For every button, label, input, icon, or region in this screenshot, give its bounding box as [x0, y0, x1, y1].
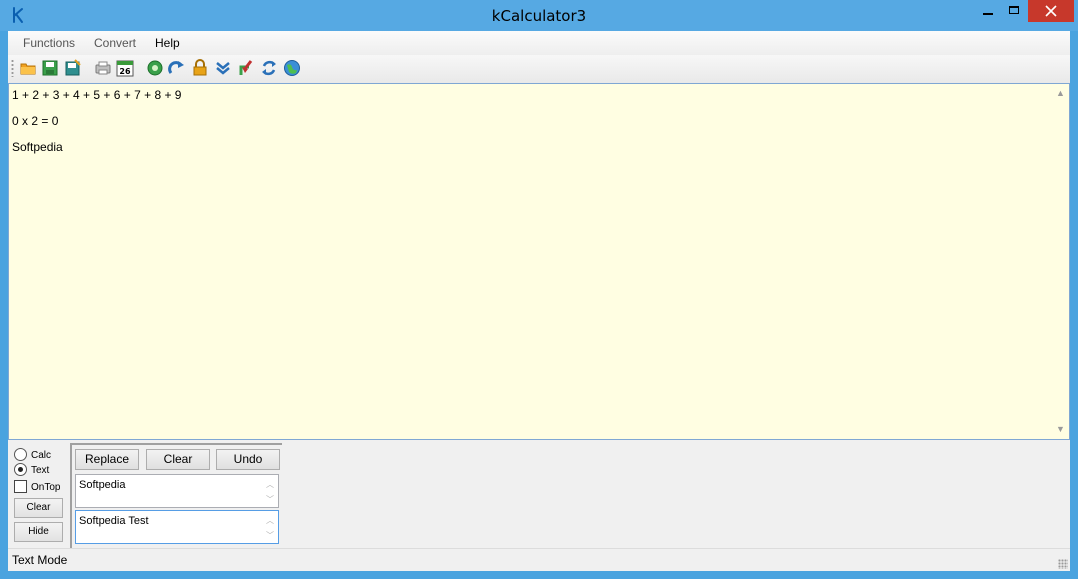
- refresh-icon[interactable]: [260, 59, 278, 77]
- toolbar-grip[interactable]: [11, 59, 14, 77]
- hide-button[interactable]: Hide: [14, 522, 63, 542]
- window-title: kCalculator3: [491, 7, 587, 25]
- minimize-icon: [983, 13, 993, 15]
- toolbar: 26: [8, 55, 1070, 83]
- import-icon[interactable]: [237, 59, 255, 77]
- minimize-button[interactable]: [975, 0, 1001, 22]
- scroll-down-arrow-icon[interactable]: ▼: [1056, 425, 1065, 434]
- save-as-icon[interactable]: [64, 59, 82, 77]
- maximize-button[interactable]: [1001, 0, 1027, 22]
- replace-text-value: Softpedia Test: [79, 515, 149, 527]
- editor-line: Softpedia: [12, 140, 63, 154]
- title-bar[interactable]: kCalculator3: [0, 0, 1078, 31]
- calc-mode-label: Calc: [31, 450, 52, 461]
- settings-icon[interactable]: [146, 59, 164, 77]
- clear-editor-button[interactable]: Clear: [14, 498, 63, 518]
- replace-field-scroll-icon[interactable]: ︿ ﹀: [265, 513, 275, 543]
- text-editor[interactable]: 1 + 2 + 3 + 4 + 5 + 6 + 7 + 8 + 9 0 x 2 …: [8, 83, 1070, 440]
- text-mode-label: Text: [31, 465, 50, 476]
- print-icon[interactable]: [94, 59, 112, 77]
- find-text-value: Softpedia: [79, 479, 126, 491]
- menu-bar: Functions Convert Help: [8, 31, 1070, 55]
- menu-functions[interactable]: Functions: [23, 36, 75, 50]
- calendar-icon[interactable]: 26: [116, 59, 134, 77]
- redo-icon[interactable]: [168, 59, 186, 77]
- resize-grip-icon[interactable]: [1058, 559, 1068, 569]
- editor-line: 0 x 2 = 0: [12, 114, 59, 128]
- chevron-down-icon[interactable]: [214, 59, 232, 77]
- ontop-label: OnTop: [31, 482, 61, 493]
- maximize-icon: [1009, 6, 1019, 14]
- replace-panel: Replace Clear Undo Softpedia ︿ ﹀ Softpedi…: [70, 443, 282, 548]
- calc-mode-radio[interactable]: [14, 448, 27, 461]
- bottom-panel: Calc Text OnTop Clear Hide Replace Clear…: [8, 440, 1070, 548]
- menu-help[interactable]: Help: [155, 36, 180, 50]
- find-text-field[interactable]: Softpedia ︿ ﹀: [75, 474, 279, 508]
- save-icon[interactable]: [41, 59, 59, 77]
- client-area: Functions Convert Help 26 1 + 2 + 3 + 4 …: [8, 31, 1070, 571]
- undo-button[interactable]: Undo: [216, 449, 280, 470]
- close-button[interactable]: [1028, 0, 1074, 22]
- ontop-checkbox[interactable]: [14, 480, 27, 493]
- replace-button[interactable]: Replace: [75, 449, 139, 470]
- calendar-day: 26: [119, 67, 131, 76]
- scroll-up-arrow-icon[interactable]: ▲: [1056, 89, 1065, 98]
- status-bar: Text Mode: [8, 548, 1070, 571]
- globe-icon[interactable]: [283, 59, 301, 77]
- open-folder-icon[interactable]: [19, 59, 37, 77]
- replace-text-field[interactable]: Softpedia Test ︿ ﹀: [75, 510, 279, 544]
- editor-line: 1 + 2 + 3 + 4 + 5 + 6 + 7 + 8 + 9: [12, 88, 182, 102]
- app-window: kCalculator3 Functions Convert Help 26 1…: [0, 0, 1078, 579]
- text-mode-radio[interactable]: [14, 463, 27, 476]
- close-icon: [1045, 5, 1057, 17]
- menu-convert[interactable]: Convert: [94, 36, 136, 50]
- lock-icon[interactable]: [191, 59, 209, 77]
- find-field-scroll-icon[interactable]: ︿ ﹀: [265, 477, 275, 507]
- status-text: Text Mode: [12, 553, 68, 567]
- editor-vertical-scrollbar[interactable]: ▲ ▼: [1052, 84, 1069, 439]
- clear-replace-button[interactable]: Clear: [146, 449, 210, 470]
